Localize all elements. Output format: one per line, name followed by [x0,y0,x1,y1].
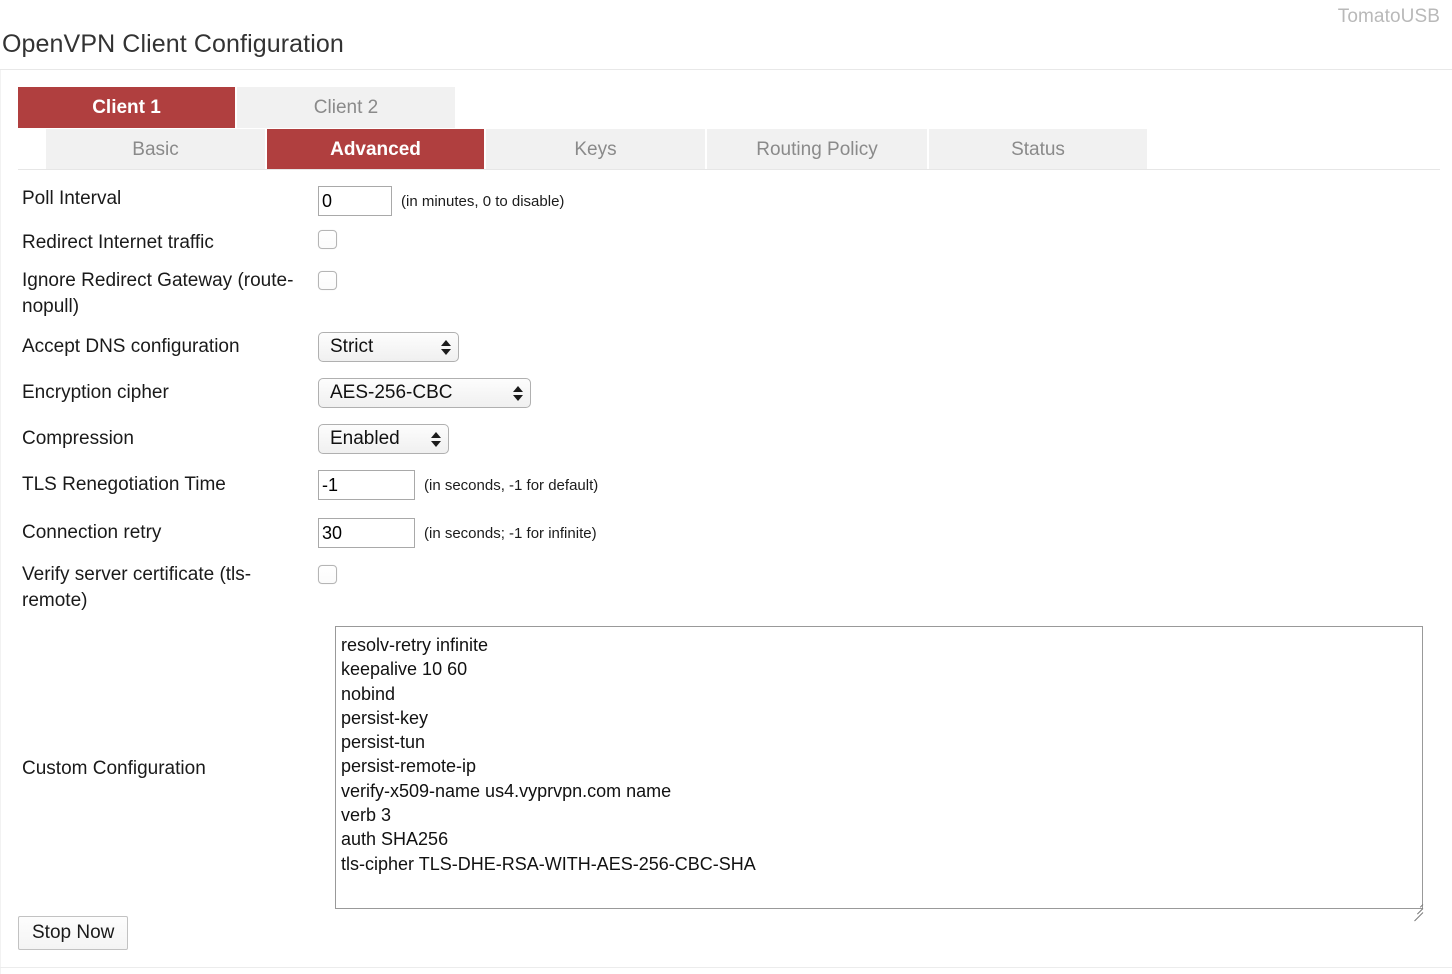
tab-client-1[interactable]: Client 1 [18,87,235,128]
tab-client-2-label: Client 2 [314,97,378,119]
tab-keys[interactable]: Keys [486,129,705,170]
hint-connection-retry: (in seconds; -1 for infinite) [424,525,597,542]
client-tab-row: Client 1 Client 2 [0,87,1452,128]
label-ignore-redirect-gateway: Ignore Redirect Gateway (route-nopull) [0,268,318,320]
label-accept-dns-configuration: Accept DNS configuration [0,334,318,360]
tab-status-label: Status [1011,139,1065,161]
tab-advanced-label: Advanced [330,139,421,161]
page-title: OpenVPN Client Configuration [2,30,344,59]
compression-value: Enabled [330,428,417,450]
row-verify-server-certificate: Verify server certificate (tls-remote) [0,562,1452,614]
select-stepper-arrows-icon [441,340,451,355]
advanced-settings-form: Poll Interval (in minutes, 0 to disable)… [0,186,1452,916]
row-accept-dns-configuration: Accept DNS configuration Strict [0,332,1452,362]
label-custom-configuration: Custom Configuration [22,758,206,780]
label-encryption-cipher: Encryption cipher [0,380,318,406]
tab-routing-policy-label: Routing Policy [756,139,877,161]
page-header: TomatoUSB OpenVPN Client Configuration [0,0,1452,70]
accept-dns-configuration-value: Strict [330,336,427,358]
encryption-cipher-select[interactable]: AES-256-CBC [318,378,531,408]
poll-interval-input[interactable] [318,186,392,216]
tab-keys-label: Keys [574,139,616,161]
tab-basic[interactable]: Basic [46,129,265,170]
verify-server-certificate-checkbox[interactable] [318,565,337,584]
row-redirect-internet-traffic: Redirect Internet traffic [0,230,1452,256]
row-ignore-redirect-gateway: Ignore Redirect Gateway (route-nopull) [0,268,1452,320]
label-poll-interval: Poll Interval [0,186,318,212]
label-compression: Compression [0,426,318,452]
label-verify-server-certificate: Verify server certificate (tls-remote) [0,562,318,614]
tab-basic-label: Basic [132,139,178,161]
select-stepper-arrows-icon [431,432,441,447]
stop-now-button[interactable]: Stop Now [18,916,128,950]
select-stepper-arrows-icon [513,386,523,401]
tab-routing-policy[interactable]: Routing Policy [707,129,927,170]
brand-label: TomatoUSB [1338,6,1440,28]
compression-select[interactable]: Enabled [318,424,449,454]
bottom-border-rule [0,967,1452,968]
tab-status[interactable]: Status [929,129,1147,170]
row-connection-retry: Connection retry (in seconds; -1 for inf… [0,518,1452,548]
tab-row-underline [18,169,1440,170]
label-tls-renegotiation-time: TLS Renegotiation Time [0,472,318,498]
tls-renegotiation-time-input[interactable] [318,470,415,500]
tab-advanced[interactable]: Advanced [267,129,484,170]
row-tls-renegotiation-time: TLS Renegotiation Time (in seconds, -1 f… [0,470,1452,500]
connection-retry-input[interactable] [318,518,415,548]
tab-client-2[interactable]: Client 2 [237,87,455,128]
encryption-cipher-value: AES-256-CBC [330,382,499,404]
row-poll-interval: Poll Interval (in minutes, 0 to disable) [0,186,1452,216]
section-tab-row: Basic Advanced Keys Routing Policy Statu… [0,129,1452,170]
hint-tls-renegotiation-time: (in seconds, -1 for default) [424,477,598,494]
tab-navigation: Client 1 Client 2 Basic Advanced Keys Ro… [0,87,1452,170]
label-redirect-internet-traffic: Redirect Internet traffic [0,230,318,256]
row-compression: Compression Enabled [0,424,1452,454]
accept-dns-configuration-select[interactable]: Strict [318,332,459,362]
hint-poll-interval: (in minutes, 0 to disable) [401,193,564,210]
row-custom-configuration: Custom Configuration resolv-retry infini… [0,626,1452,916]
row-encryption-cipher: Encryption cipher AES-256-CBC [0,378,1452,408]
redirect-internet-traffic-checkbox[interactable] [318,230,337,249]
tab-client-1-label: Client 1 [92,97,161,119]
custom-configuration-textarea[interactable]: resolv-retry infinite keepalive 10 60 no… [335,626,1423,909]
label-connection-retry: Connection retry [0,520,318,546]
ignore-redirect-gateway-checkbox[interactable] [318,271,337,290]
